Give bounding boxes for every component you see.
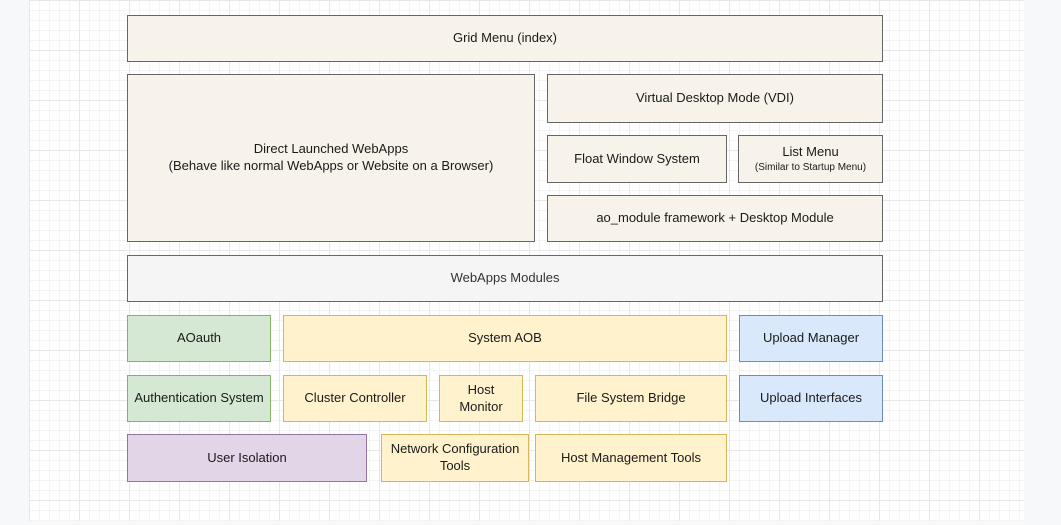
node-upload-interfaces[interactable]: Upload Interfaces <box>739 375 883 422</box>
node-label: Authentication System <box>134 390 263 407</box>
node-label: File System Bridge <box>576 390 685 407</box>
node-label: ao_module framework + Desktop Module <box>596 210 833 227</box>
node-sublabel: (Similar to Startup Menu) <box>755 161 866 175</box>
node-float-window-system[interactable]: Float Window System <box>547 135 727 183</box>
node-label: Cluster Controller <box>304 390 405 407</box>
node-label: User Isolation <box>207 450 286 467</box>
node-host-monitor[interactable]: Host Monitor <box>439 375 523 422</box>
node-label: Direct Launched WebApps <box>254 141 408 158</box>
node-label: List Menu <box>782 144 838 161</box>
node-label: System AOB <box>468 330 542 347</box>
node-label: Host Management Tools <box>561 450 701 467</box>
node-upload-manager[interactable]: Upload Manager <box>739 315 883 362</box>
node-label: Grid Menu (index) <box>453 30 557 47</box>
node-direct-launched-webapps[interactable]: Direct Launched WebApps (Behave like nor… <box>127 74 535 242</box>
node-host-management-tools[interactable]: Host Management Tools <box>535 434 727 482</box>
node-network-configuration-tools[interactable]: Network Configuration Tools <box>381 434 529 482</box>
node-virtual-desktop-mode[interactable]: Virtual Desktop Mode (VDI) <box>547 74 883 123</box>
node-label: Virtual Desktop Mode (VDI) <box>636 90 794 107</box>
node-label: Upload Interfaces <box>760 390 862 407</box>
node-aoauth[interactable]: AOauth <box>127 315 271 362</box>
node-authentication-system[interactable]: Authentication System <box>127 375 271 422</box>
node-user-isolation[interactable]: User Isolation <box>127 434 367 482</box>
node-sublabel: (Behave like normal WebApps or Website o… <box>169 158 494 175</box>
node-label: Host Monitor <box>446 382 516 416</box>
node-ao-module-framework[interactable]: ao_module framework + Desktop Module <box>547 195 883 242</box>
node-grid-menu[interactable]: Grid Menu (index) <box>127 15 883 62</box>
node-label: WebApps Modules <box>451 270 560 287</box>
node-webapps-modules[interactable]: WebApps Modules <box>127 255 883 302</box>
diagram-stage: Grid Menu (index) Direct Launched WebApp… <box>0 0 1061 525</box>
node-label: Network Configuration Tools <box>388 441 522 475</box>
node-label: AOauth <box>177 330 221 347</box>
node-cluster-controller[interactable]: Cluster Controller <box>283 375 427 422</box>
node-file-system-bridge[interactable]: File System Bridge <box>535 375 727 422</box>
node-label: Float Window System <box>574 151 700 168</box>
node-list-menu[interactable]: List Menu (Similar to Startup Menu) <box>738 135 883 183</box>
node-system-aob[interactable]: System AOB <box>283 315 727 362</box>
node-label: Upload Manager <box>763 330 859 347</box>
